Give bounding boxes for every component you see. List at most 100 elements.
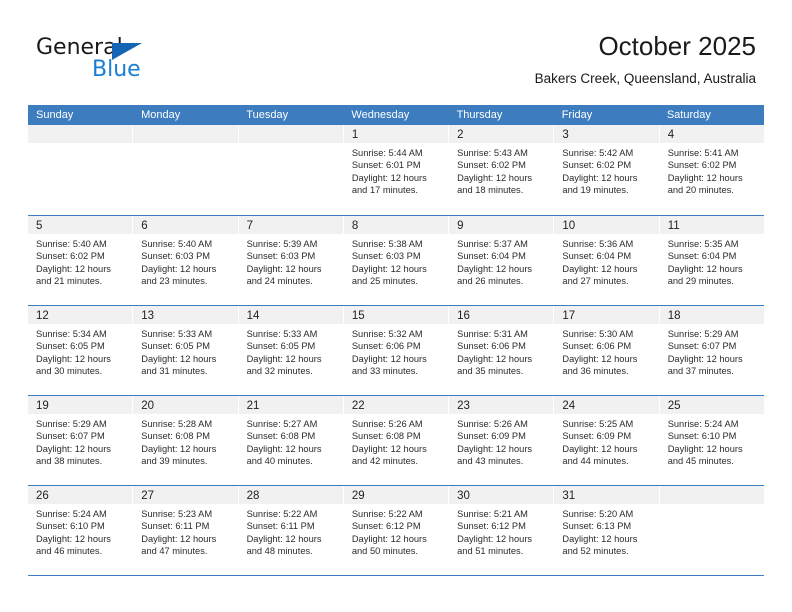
day-info-line: Daylight: 12 hours: [562, 353, 638, 364]
day-sun-info: Sunrise: 5:22 AM Sunset: 6:12 PM Daylight:…: [344, 504, 448, 557]
generalblue-logo[interactable]: General Blue: [36, 36, 236, 88]
day-info-line: Sunrise: 5:37 AM: [457, 239, 528, 249]
day-info-line: Sunrise: 5:39 AM: [246, 239, 318, 249]
weekday-header-saturday: Saturday: [666, 109, 711, 121]
page-title: October 2025: [598, 31, 756, 61]
day-info-line: and 33 minutes.: [351, 365, 418, 376]
day-info-line: Daylight: 12 hours: [562, 533, 638, 544]
day-number: 29: [351, 490, 365, 502]
day-cell-6[interactable]: 6 Sunrise: 5:40 AM Sunset: 6:03 PM Daylight…: [133, 216, 239, 305]
day-cell-27[interactable]: 27 Sunrise: 5:23 AM Sunset: 6:11 PM Dayligh…: [133, 486, 239, 575]
day-cell-1[interactable]: 1 Sunrise: 5:44 AM Sunset: 6:01 PM Daylight…: [343, 125, 450, 215]
day-cell-17[interactable]: 17 Sunrise: 5:30 AM Sunset: 6:06 PM Dayligh…: [554, 306, 660, 395]
day-number-band: 10: [554, 216, 659, 234]
day-sun-info: Sunrise: 5:31 AM Sunset: 6:06 PM Daylight:…: [449, 324, 553, 377]
day-info-line: and 32 minutes.: [246, 365, 313, 376]
day-info-line: Sunrise: 5:22 AM: [351, 509, 423, 519]
day-info-line: Sunset: 6:03 PM: [141, 251, 211, 262]
day-number: 4: [667, 129, 675, 141]
day-info-line: Sunrise: 5:30 AM: [562, 329, 634, 339]
day-cell-11[interactable]: 11 Sunrise: 5:35 AM Sunset: 6:04 PM Dayligh…: [659, 216, 764, 305]
day-cell-18[interactable]: 18 Sunrise: 5:29 AM Sunset: 6:07 PM Dayligh…: [659, 306, 764, 395]
day-info-line: Sunset: 6:06 PM: [351, 341, 421, 352]
day-sun-info: Sunrise: 5:26 AM Sunset: 6:09 PM Daylight:…: [449, 414, 553, 467]
day-cell-16[interactable]: 16 Sunrise: 5:31 AM Sunset: 6:06 PM Dayligh…: [449, 306, 555, 395]
day-number-band: 8: [343, 216, 449, 234]
day-cell-22[interactable]: 22 Sunrise: 5:26 AM Sunset: 6:08 PM Dayligh…: [343, 396, 450, 485]
day-info-line: Sunset: 6:12 PM: [351, 521, 421, 532]
calendar-week-row: 19 Sunrise: 5:29 AM Sunset: 6:07 PM Dayligh…: [28, 395, 764, 485]
day-sun-info: Sunrise: 5:42 AM Sunset: 6:02 PM Daylight:…: [554, 143, 658, 196]
day-info-line: Sunset: 6:08 PM: [351, 431, 421, 442]
day-sun-info: Sunrise: 5:20 AM Sunset: 6:13 PM Daylight:…: [554, 504, 658, 557]
day-number-band: 29: [343, 486, 449, 504]
day-info-line: Daylight: 12 hours: [36, 533, 111, 544]
day-sun-info: Sunrise: 5:23 AM Sunset: 6:11 PM Daylight:…: [133, 504, 237, 557]
day-info-line: Sunset: 6:04 PM: [562, 251, 632, 262]
weekday-header-row: Sunday Monday Tuesday Wednesday Thursday Frid…: [28, 105, 764, 125]
day-info-line: and 18 minutes.: [457, 184, 524, 195]
day-number-band: 19: [28, 396, 133, 414]
weekday-header-thursday: Thursday: [456, 109, 503, 121]
day-sun-info: Sunrise: 5:39 AM Sunset: 6:03 PM Daylight:…: [239, 234, 343, 287]
day-cell-empty: [659, 486, 764, 575]
day-cell-empty: [238, 125, 344, 215]
calendar-week-row: 5 Sunrise: 5:40 AM Sunset: 6:02 PM Daylight…: [28, 215, 764, 305]
day-cell-4[interactable]: 4 Sunrise: 5:41 AM Sunset: 6:02 PM Daylight…: [659, 125, 764, 215]
day-cell-14[interactable]: 14 Sunrise: 5:33 AM Sunset: 6:05 PM Dayligh…: [238, 306, 344, 395]
day-cell-20[interactable]: 20 Sunrise: 5:28 AM Sunset: 6:08 PM Dayligh…: [133, 396, 239, 485]
day-info-line: Daylight: 12 hours: [457, 533, 533, 544]
day-cell-3[interactable]: 3 Sunrise: 5:42 AM Sunset: 6:02 PM Daylight…: [554, 125, 660, 215]
day-number-band: 2: [449, 125, 554, 143]
day-cell-23[interactable]: 23 Sunrise: 5:26 AM Sunset: 6:09 PM Dayligh…: [449, 396, 555, 485]
day-info-line: Daylight: 12 hours: [457, 263, 533, 274]
day-cell-8[interactable]: 8 Sunrise: 5:38 AM Sunset: 6:03 PM Daylight…: [343, 216, 450, 305]
day-cell-15[interactable]: 15 Sunrise: 5:32 AM Sunset: 6:06 PM Dayligh…: [343, 306, 450, 395]
day-number-band: 6: [133, 216, 238, 234]
day-cell-31[interactable]: 31 Sunrise: 5:20 AM Sunset: 6:13 PM Dayligh…: [554, 486, 660, 575]
day-info-line: Daylight: 12 hours: [351, 172, 427, 183]
day-cell-5[interactable]: 5 Sunrise: 5:40 AM Sunset: 6:02 PM Daylight…: [28, 216, 134, 305]
day-cell-29[interactable]: 29 Sunrise: 5:22 AM Sunset: 6:12 PM Dayligh…: [343, 486, 450, 575]
weekday-header-tuesday: Tuesday: [246, 109, 289, 121]
day-cell-24[interactable]: 24 Sunrise: 5:25 AM Sunset: 6:09 PM Dayligh…: [554, 396, 660, 485]
day-sun-info: Sunrise: 5:22 AM Sunset: 6:11 PM Daylight:…: [239, 504, 343, 557]
day-cell-30[interactable]: 30 Sunrise: 5:21 AM Sunset: 6:12 PM Dayligh…: [449, 486, 555, 575]
day-info-line: Sunrise: 5:43 AM: [457, 148, 528, 158]
calendar-weeks: 1 Sunrise: 5:44 AM Sunset: 6:01 PM Daylight…: [28, 125, 764, 576]
day-sun-info: Sunrise: 5:28 AM Sunset: 6:08 PM Daylight:…: [133, 414, 237, 467]
day-number-band: 20: [133, 396, 238, 414]
day-sun-info: Sunrise: 5:25 AM Sunset: 6:09 PM Daylight:…: [554, 414, 658, 467]
day-info-line: Sunset: 6:05 PM: [36, 341, 105, 352]
day-cell-9[interactable]: 9 Sunrise: 5:37 AM Sunset: 6:04 PM Daylight…: [449, 216, 555, 305]
day-number-band: 5: [28, 216, 133, 234]
day-cell-19[interactable]: 19 Sunrise: 5:29 AM Sunset: 6:07 PM Dayligh…: [28, 396, 134, 485]
day-cell-13[interactable]: 13 Sunrise: 5:33 AM Sunset: 6:05 PM Dayligh…: [133, 306, 239, 395]
day-cell-7[interactable]: 7 Sunrise: 5:39 AM Sunset: 6:03 PM Daylight…: [238, 216, 344, 305]
day-cell-28[interactable]: 28 Sunrise: 5:22 AM Sunset: 6:11 PM Dayligh…: [238, 486, 344, 575]
day-sun-info: Sunrise: 5:44 AM Sunset: 6:01 PM Daylight:…: [344, 143, 448, 196]
day-info-line: and 36 minutes.: [562, 365, 629, 376]
day-cell-2[interactable]: 2 Sunrise: 5:43 AM Sunset: 6:02 PM Daylight…: [449, 125, 555, 215]
day-info-line: Sunset: 6:12 PM: [457, 521, 526, 532]
day-cell-10[interactable]: 10 Sunrise: 5:36 AM Sunset: 6:04 PM Dayligh…: [554, 216, 660, 305]
day-number: 18: [667, 310, 681, 322]
day-cell-25[interactable]: 25 Sunrise: 5:24 AM Sunset: 6:10 PM Dayligh…: [659, 396, 764, 485]
day-number: 14: [246, 310, 260, 322]
day-number: 12: [36, 310, 49, 322]
day-info-line: and 42 minutes.: [351, 455, 418, 466]
day-info-line: and 21 minutes.: [36, 275, 103, 286]
day-info-line: and 50 minutes.: [351, 545, 418, 556]
day-info-line: and 40 minutes.: [246, 455, 313, 466]
day-cell-12[interactable]: 12 Sunrise: 5:34 AM Sunset: 6:05 PM Dayligh…: [28, 306, 134, 395]
day-info-line: Sunrise: 5:29 AM: [36, 419, 107, 429]
day-info-line: Sunrise: 5:38 AM: [351, 239, 423, 249]
day-cell-21[interactable]: 21 Sunrise: 5:27 AM Sunset: 6:08 PM Dayligh…: [238, 396, 344, 485]
day-info-line: Sunset: 6:03 PM: [351, 251, 421, 262]
day-sun-info: Sunrise: 5:32 AM Sunset: 6:06 PM Daylight:…: [344, 324, 448, 377]
day-number-band: 12: [28, 306, 133, 324]
day-info-line: Sunset: 6:07 PM: [36, 431, 105, 442]
day-cell-26[interactable]: 26 Sunrise: 5:24 AM Sunset: 6:10 PM Dayligh…: [28, 486, 134, 575]
day-info-line: and 30 minutes.: [36, 365, 103, 376]
day-number: 23: [457, 400, 470, 412]
